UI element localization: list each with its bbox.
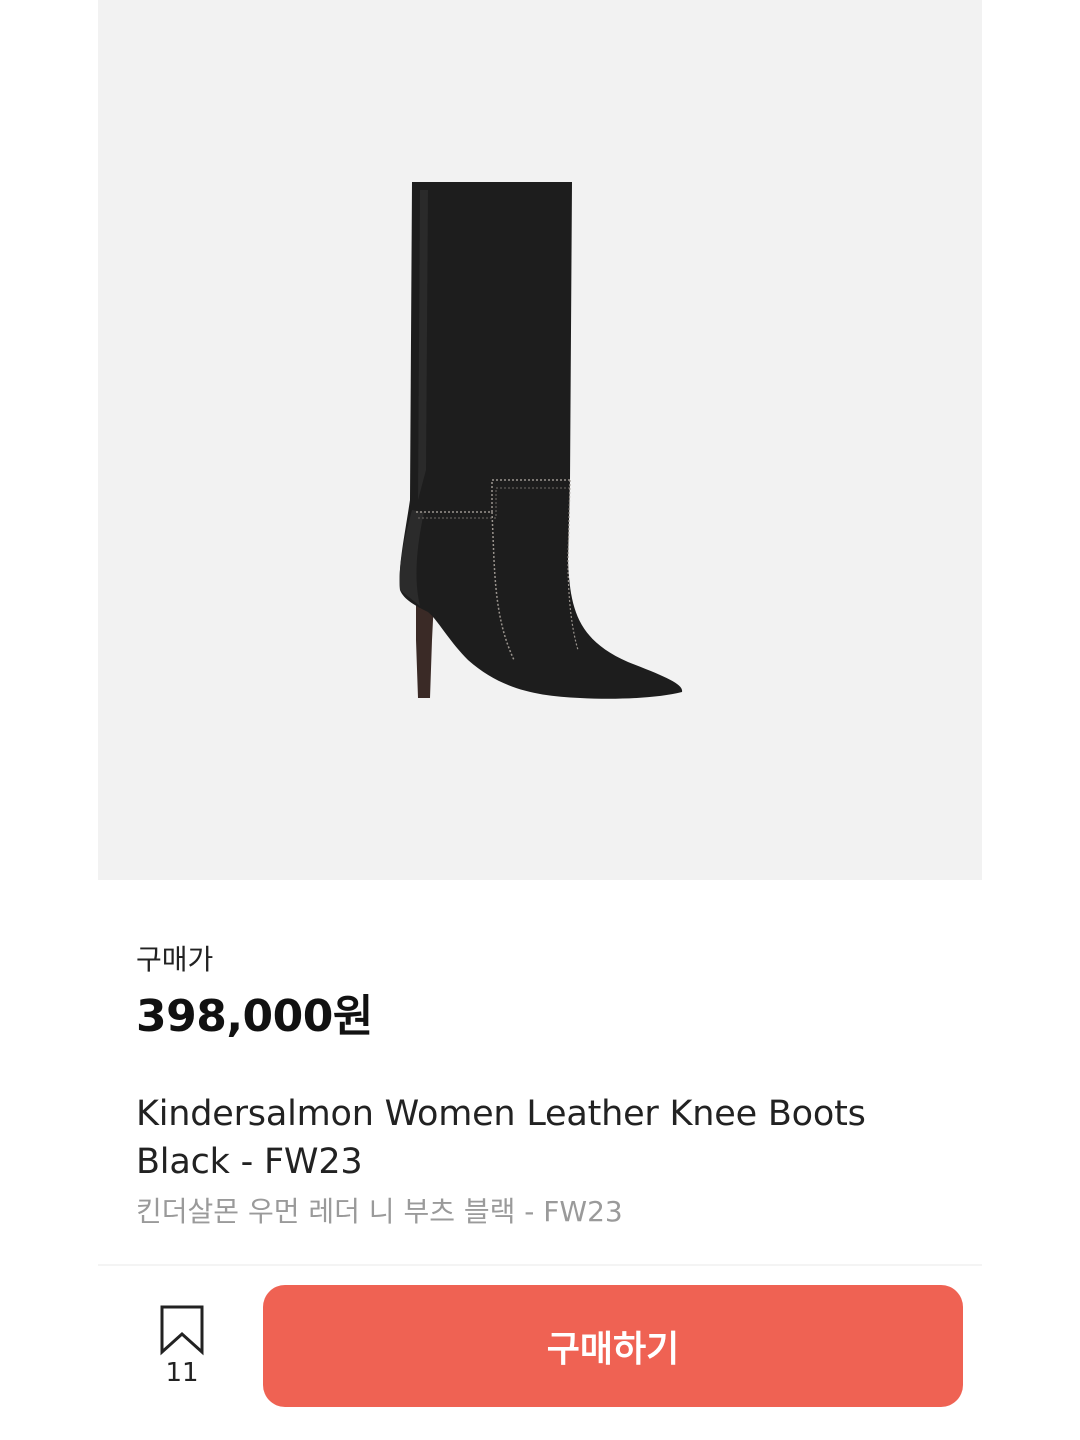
bookmark-button[interactable]: 11 [140,1300,224,1390]
divider [98,1264,982,1266]
buy-button[interactable]: 구매하기 [263,1285,963,1407]
bookmark-outline-icon [160,1305,204,1356]
bookmark-count: 11 [165,1358,199,1388]
product-title-ko: 킨더살몬 우먼 레더 니 부츠 블랙 - FW23 [136,1195,623,1228]
product-title-en: Kindersalmon Women Leather Knee Boots Bl… [136,1094,866,1182]
price-label: 구매가 [136,943,214,976]
price-value: 398,000원 [136,991,373,1042]
product-page: 구매가 398,000원 Kindersalmon Women Leather … [0,0,1080,1440]
product-image[interactable] [98,0,982,880]
boot-image [399,182,683,699]
